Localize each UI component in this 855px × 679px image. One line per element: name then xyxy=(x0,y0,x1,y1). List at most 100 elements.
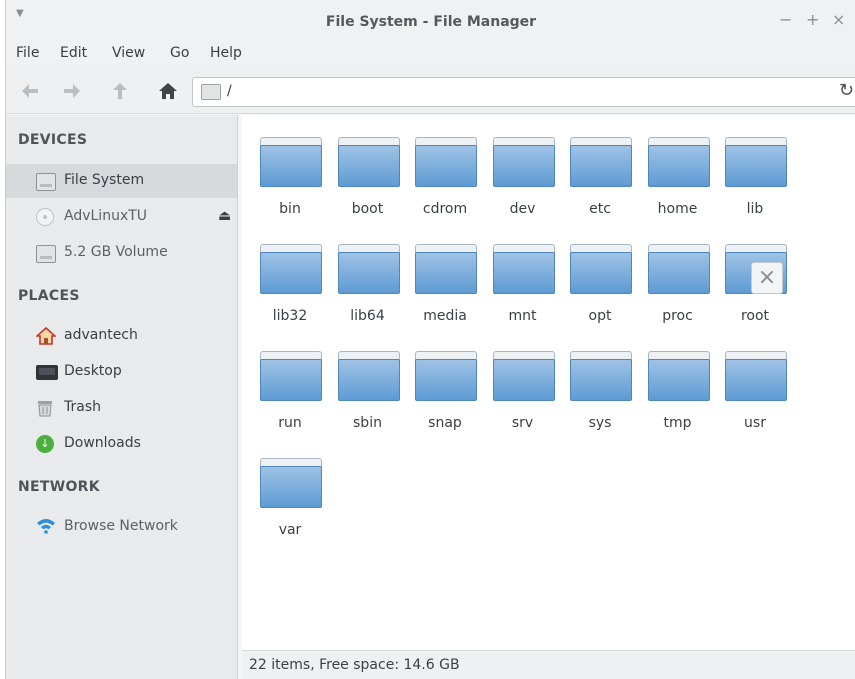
folder-icon xyxy=(337,137,400,187)
window-title: File System - File Manager xyxy=(325,14,537,30)
forward-arrow-icon[interactable] xyxy=(60,80,84,102)
folder-item-var[interactable]: var xyxy=(251,436,329,538)
folder-item-run[interactable]: run xyxy=(251,329,329,431)
folder-item-usr[interactable]: usr xyxy=(716,329,794,431)
folder-item-sbin[interactable]: sbin xyxy=(329,329,407,431)
folder-name: opt xyxy=(588,308,612,324)
folder-icon xyxy=(492,351,555,401)
back-arrow-icon[interactable] xyxy=(18,80,42,102)
folder-item-tmp[interactable]: tmp xyxy=(639,329,717,431)
menu-bar: File Edit View Go Help xyxy=(6,40,855,68)
no-access-icon: × xyxy=(751,262,783,294)
sidebar-item-trash[interactable]: Trash xyxy=(6,391,237,425)
sidebar-item-volume[interactable]: 5.2 GB Volume xyxy=(6,236,237,270)
sidebar-item-label: AdvLinuxTU xyxy=(64,208,148,224)
folder-name: etc xyxy=(589,201,611,217)
maximize-button[interactable]: + xyxy=(806,12,819,28)
folder-item-boot[interactable]: boot xyxy=(329,115,407,217)
sidebar-item-advantech[interactable]: advantech xyxy=(6,319,237,353)
folder-name: usr xyxy=(744,415,766,431)
folder-icon xyxy=(260,458,322,508)
menu-view[interactable]: View xyxy=(112,45,145,61)
folder-icon xyxy=(647,137,710,187)
folder-name: sbin xyxy=(353,415,382,431)
folder-item-lib[interactable]: lib xyxy=(716,115,794,217)
folder-name: mnt xyxy=(508,308,537,324)
folder-icon xyxy=(570,351,632,401)
folder-icon xyxy=(260,137,322,187)
folder-name: cdrom xyxy=(422,201,468,217)
folder-item-cdrom[interactable]: cdrom xyxy=(406,115,484,217)
address-path: / xyxy=(227,83,232,99)
folder-icon xyxy=(415,351,477,401)
folder-icon xyxy=(415,244,477,294)
menu-go[interactable]: Go xyxy=(170,45,189,61)
folder-item-proc[interactable]: proc xyxy=(639,222,717,324)
folder-item-sys[interactable]: sys xyxy=(561,329,639,431)
folder-item-opt[interactable]: opt xyxy=(561,222,639,324)
menu-file[interactable]: File xyxy=(16,45,39,61)
folder-item-bin[interactable]: bin xyxy=(251,115,329,217)
folder-name: media xyxy=(423,308,467,324)
sidebar-item-advlinuxtu[interactable]: AdvLinuxTU ⏏ xyxy=(6,200,237,234)
drive-icon xyxy=(201,84,221,100)
folder-name: proc xyxy=(662,308,693,324)
hard-drive-icon xyxy=(36,173,56,191)
folder-item-etc[interactable]: etc xyxy=(561,115,639,217)
up-arrow-icon[interactable] xyxy=(108,80,132,102)
folder-item-lib32[interactable]: lib32 xyxy=(251,222,329,324)
folder-item-mnt[interactable]: mnt xyxy=(484,222,562,324)
folder-icon xyxy=(647,351,710,401)
folder-icon xyxy=(492,137,555,187)
folder-grid: bin boot cdrom dev etc home lib lib32 lib64 media… xyxy=(242,115,855,650)
folder-icon xyxy=(647,244,710,294)
sidebar-item-downloads[interactable]: ↓ Downloads xyxy=(6,427,237,461)
folder-item-media[interactable]: media xyxy=(406,222,484,324)
close-button[interactable]: × xyxy=(832,12,845,28)
sidebar-item-label: Desktop xyxy=(64,363,122,379)
folder-name: bin xyxy=(279,201,301,217)
folder-item-lib64[interactable]: lib64 xyxy=(329,222,407,324)
folder-name: lib64 xyxy=(350,308,385,324)
sidebar-item-desktop[interactable]: Desktop xyxy=(6,355,237,389)
folder-icon xyxy=(492,244,555,294)
status-bar: 22 items, Free space: 14.6 GB xyxy=(242,650,855,679)
menu-help[interactable]: Help xyxy=(210,45,242,61)
reload-icon[interactable]: ↻ xyxy=(839,80,854,101)
home-icon[interactable] xyxy=(156,80,180,102)
menu-edit[interactable]: Edit xyxy=(60,45,87,61)
folder-item-dev[interactable]: dev xyxy=(484,115,562,217)
status-text: 22 items, Free space: 14.6 GB xyxy=(249,657,460,673)
desktop-icon xyxy=(36,365,58,380)
folder-item-snap[interactable]: snap xyxy=(406,329,484,431)
folder-item-home[interactable]: home xyxy=(639,115,717,217)
folder-name: boot xyxy=(351,201,384,217)
downloads-icon: ↓ xyxy=(36,435,54,453)
folder-name: lib xyxy=(746,201,764,217)
sidebar-item-label: Browse Network xyxy=(64,518,178,534)
folder-name: tmp xyxy=(663,415,692,431)
sidebar-item-label: advantech xyxy=(64,327,138,343)
devices-header: DEVICES xyxy=(18,132,88,148)
address-bar[interactable]: / ↻ xyxy=(192,77,855,107)
folder-name: srv xyxy=(511,415,534,431)
sidebar-item-label: Downloads xyxy=(64,435,141,451)
folder-item-srv[interactable]: srv xyxy=(484,329,562,431)
file-view[interactable]: bin boot cdrom dev etc home lib lib32 lib64 media… xyxy=(242,115,855,650)
folder-icon xyxy=(725,137,787,187)
sidebar-item-browse-network[interactable]: Browse Network xyxy=(6,510,237,544)
sidebar-item-label: File System xyxy=(64,172,145,188)
folder-icon xyxy=(570,244,632,294)
trash-icon xyxy=(36,399,56,417)
sidebar-item-label: 5.2 GB Volume xyxy=(64,244,168,260)
places-header: PLACES xyxy=(18,288,80,304)
folder-item-root[interactable]: × root xyxy=(716,222,794,324)
sidebar-item-file-system[interactable]: File System xyxy=(6,164,237,198)
title-bar[interactable]: ▼ File System - File Manager − + × xyxy=(6,0,855,40)
folder-name: snap xyxy=(428,415,462,431)
eject-icon[interactable]: ⏏ xyxy=(218,208,231,224)
sidebar: DEVICES File System AdvLinuxTU ⏏ 5.2 GB … xyxy=(6,115,238,679)
wifi-icon xyxy=(36,518,56,536)
minimize-button[interactable]: − xyxy=(779,12,792,28)
folder-name: run xyxy=(278,415,302,431)
